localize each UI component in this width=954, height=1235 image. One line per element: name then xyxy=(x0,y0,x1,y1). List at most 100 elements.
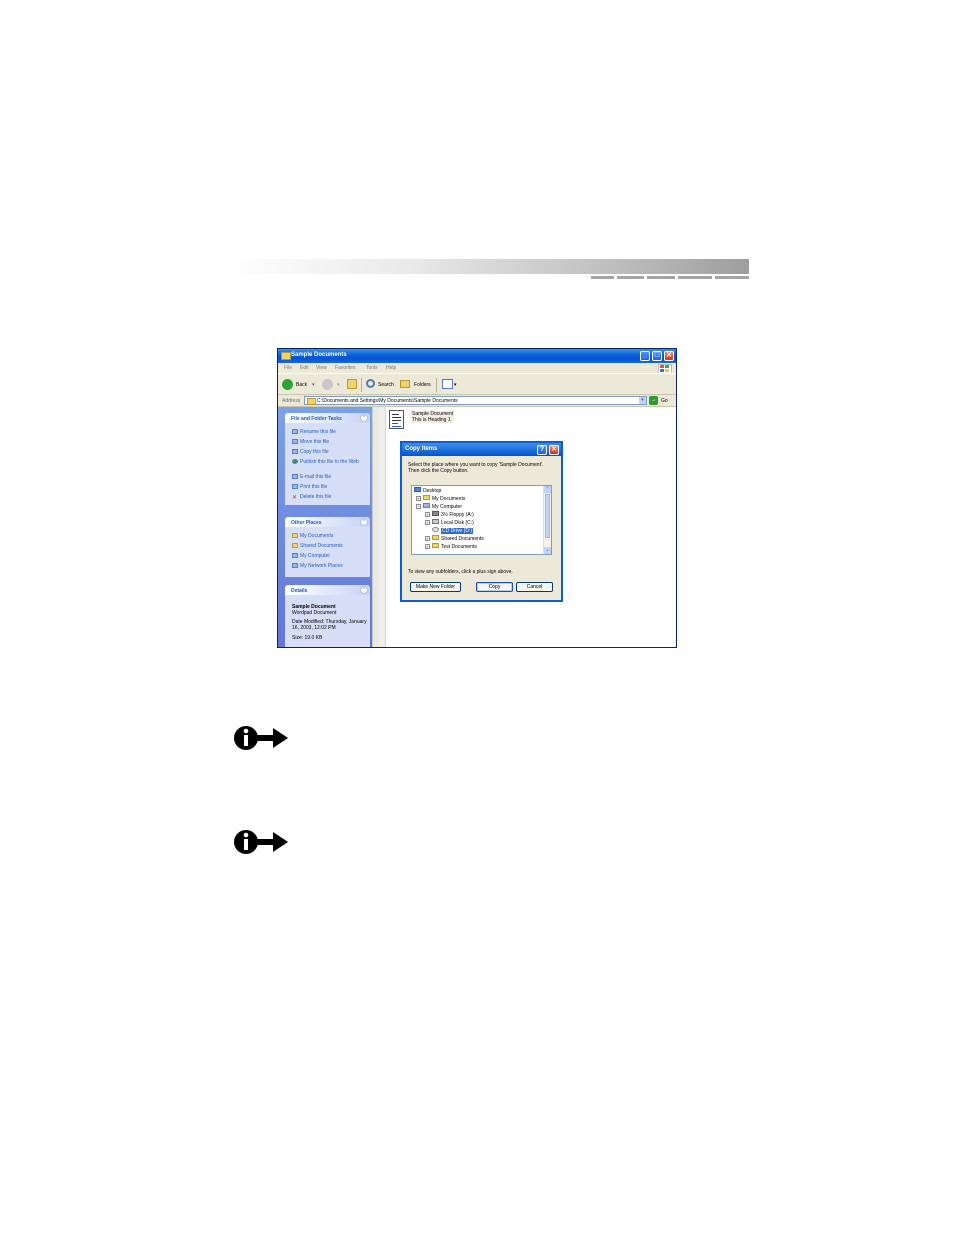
scroll-up-icon[interactable]: ⌃ xyxy=(544,486,551,493)
dialog-title: Copy Items xyxy=(405,446,438,452)
back-button[interactable]: Back xyxy=(296,382,307,388)
expand-plus-icon[interactable]: + xyxy=(416,496,421,501)
toolbar-separator xyxy=(436,378,437,392)
task-email[interactable]: E-mail this file xyxy=(292,474,366,480)
globe-icon xyxy=(292,459,298,464)
scroll-down-icon[interactable]: ⌄ xyxy=(544,547,551,554)
task-copy[interactable]: Copy this file xyxy=(292,449,366,455)
dialog-titlebar[interactable]: Copy Items ? ✕ xyxy=(402,443,561,456)
panel-title: Details xyxy=(291,588,308,594)
minimize-button[interactable]: _ xyxy=(640,351,650,361)
printer-icon xyxy=(292,484,298,489)
page-header-segment xyxy=(715,276,749,279)
floppy-icon xyxy=(432,511,439,516)
desktop-icon xyxy=(414,487,421,492)
tree-item-test-documents[interactable]: + Test Documents xyxy=(425,543,477,551)
task-pane: File and Folder Tasks ⌃ Rename this file… xyxy=(278,407,379,647)
panel-title: Other Places xyxy=(291,520,322,526)
collapse-chevron-icon[interactable]: ⌃ xyxy=(360,518,368,526)
views-icon[interactable] xyxy=(442,379,453,389)
address-dropdown-icon[interactable]: ▾ xyxy=(639,397,646,404)
place-my-documents[interactable]: My Documents xyxy=(292,533,366,539)
tree-item-local-disk[interactable]: + Local Disk (C:) xyxy=(425,519,474,527)
tree-scrollbar[interactable]: ⌃ ⌄ xyxy=(543,486,551,554)
content-scrollbar[interactable] xyxy=(379,407,386,647)
task-publish[interactable]: Publish this file to the Web xyxy=(292,459,366,465)
scroll-thumb[interactable] xyxy=(545,494,550,538)
menu-bar: File Edit View Favorites Tools Help xyxy=(278,363,676,374)
task-rename[interactable]: Rename this file xyxy=(292,429,366,435)
search-icon[interactable] xyxy=(366,379,375,388)
search-button[interactable]: Search xyxy=(378,382,394,388)
up-folder-icon[interactable] xyxy=(347,379,357,389)
tree-item-desktop[interactable]: Desktop xyxy=(414,487,441,495)
go-arrow-icon[interactable]: → xyxy=(649,396,658,405)
menu-file[interactable]: File xyxy=(284,365,292,371)
maximize-button[interactable]: □ xyxy=(652,351,662,361)
collapse-chevron-icon[interactable]: ⌃ xyxy=(360,414,368,422)
close-button[interactable]: ✕ xyxy=(664,351,674,361)
panel-header[interactable]: Other Places ⌃ xyxy=(285,517,370,527)
panel-header[interactable]: Details ⌃ xyxy=(285,585,370,595)
file-item[interactable]: Sample Document This is Heading 1 xyxy=(411,411,455,423)
move-icon xyxy=(292,439,298,444)
dialog-hint: To view any subfolders, click a plus sig… xyxy=(408,569,513,575)
tree-item-my-documents[interactable]: + My Documents xyxy=(416,495,465,503)
expand-plus-icon[interactable]: + xyxy=(425,536,430,541)
collapse-chevron-icon[interactable]: ⌃ xyxy=(360,586,368,594)
menu-favorites[interactable]: Favorites xyxy=(335,365,356,371)
expand-plus-icon[interactable]: + xyxy=(425,520,430,525)
folders-icon[interactable] xyxy=(400,380,410,388)
info-arrow-icon xyxy=(234,726,288,750)
panel-title: File and Folder Tasks xyxy=(291,416,342,422)
expand-plus-icon[interactable]: + xyxy=(425,544,430,549)
folder-icon xyxy=(281,352,291,360)
go-button[interactable]: Go xyxy=(661,398,668,404)
place-my-computer[interactable]: My Computer xyxy=(292,553,366,559)
task-move[interactable]: Move this file xyxy=(292,439,366,445)
back-arrow-icon[interactable] xyxy=(282,379,293,390)
views-dropdown-icon[interactable]: ▾ xyxy=(454,382,457,388)
forward-dropdown-icon[interactable]: ▾ xyxy=(337,382,340,388)
menu-edit[interactable]: Edit xyxy=(300,365,309,371)
folder-tree[interactable]: Desktop + My Documents − My Computer +3½ F… xyxy=(411,485,552,555)
menu-help[interactable]: Help xyxy=(386,365,396,371)
menu-tools[interactable]: Tools xyxy=(366,365,378,371)
collapse-minus-icon[interactable]: − xyxy=(416,504,421,509)
address-input[interactable]: C:\Documents and Settings\My Documents\S… xyxy=(304,396,647,405)
wordpad-file-icon[interactable] xyxy=(389,410,404,429)
tree-item-my-computer[interactable]: − My Computer xyxy=(416,503,462,511)
expand-plus-icon[interactable]: + xyxy=(425,512,430,517)
tree-item-shared-documents[interactable]: + Shared Documents xyxy=(425,535,484,543)
details-panel: Details ⌃ Sample Document Wordpad Docume… xyxy=(285,585,370,647)
copy-button[interactable]: Copy xyxy=(476,582,513,592)
other-places-panel: Other Places ⌃ My Documents Shared Docum… xyxy=(285,517,370,577)
menu-view[interactable]: View xyxy=(316,365,327,371)
details-modified: Date Modified: Thursday, January 16, 200… xyxy=(292,619,367,631)
back-dropdown-icon[interactable]: ▾ xyxy=(312,382,315,388)
page-header-segment xyxy=(591,276,614,279)
window-titlebar[interactable]: Sample Documents _ □ ✕ xyxy=(278,349,676,363)
cancel-button[interactable]: Cancel xyxy=(516,582,553,592)
make-new-folder-button[interactable]: Make New Folder xyxy=(410,582,461,592)
network-icon xyxy=(292,563,298,568)
place-shared-documents[interactable]: Shared Documents xyxy=(292,543,366,549)
folder-icon xyxy=(423,495,430,500)
help-icon[interactable]: ? xyxy=(537,445,547,455)
folders-button[interactable]: Folders xyxy=(414,382,431,388)
task-pane-scrollbar[interactable] xyxy=(372,407,379,647)
delete-x-icon: ✕ xyxy=(292,495,298,501)
close-icon[interactable]: ✕ xyxy=(549,445,559,455)
task-delete[interactable]: ✕ Delete this file xyxy=(292,494,366,501)
tree-item-floppy[interactable]: +3½ Floppy (A:) xyxy=(425,511,474,519)
place-network[interactable]: My Network Places xyxy=(292,563,366,569)
panel-header[interactable]: File and Folder Tasks ⌃ xyxy=(285,413,370,423)
folder-icon xyxy=(432,535,439,540)
folder-icon xyxy=(292,533,298,538)
details-size: Size: 19.0 KB xyxy=(292,635,323,641)
tree-item-cd-drive[interactable]: CD Drive (D:) xyxy=(432,527,473,535)
forward-arrow-icon[interactable] xyxy=(322,379,333,390)
page-header-segment xyxy=(617,276,644,279)
folder-icon xyxy=(307,398,316,405)
task-print[interactable]: Print this file xyxy=(292,484,366,490)
